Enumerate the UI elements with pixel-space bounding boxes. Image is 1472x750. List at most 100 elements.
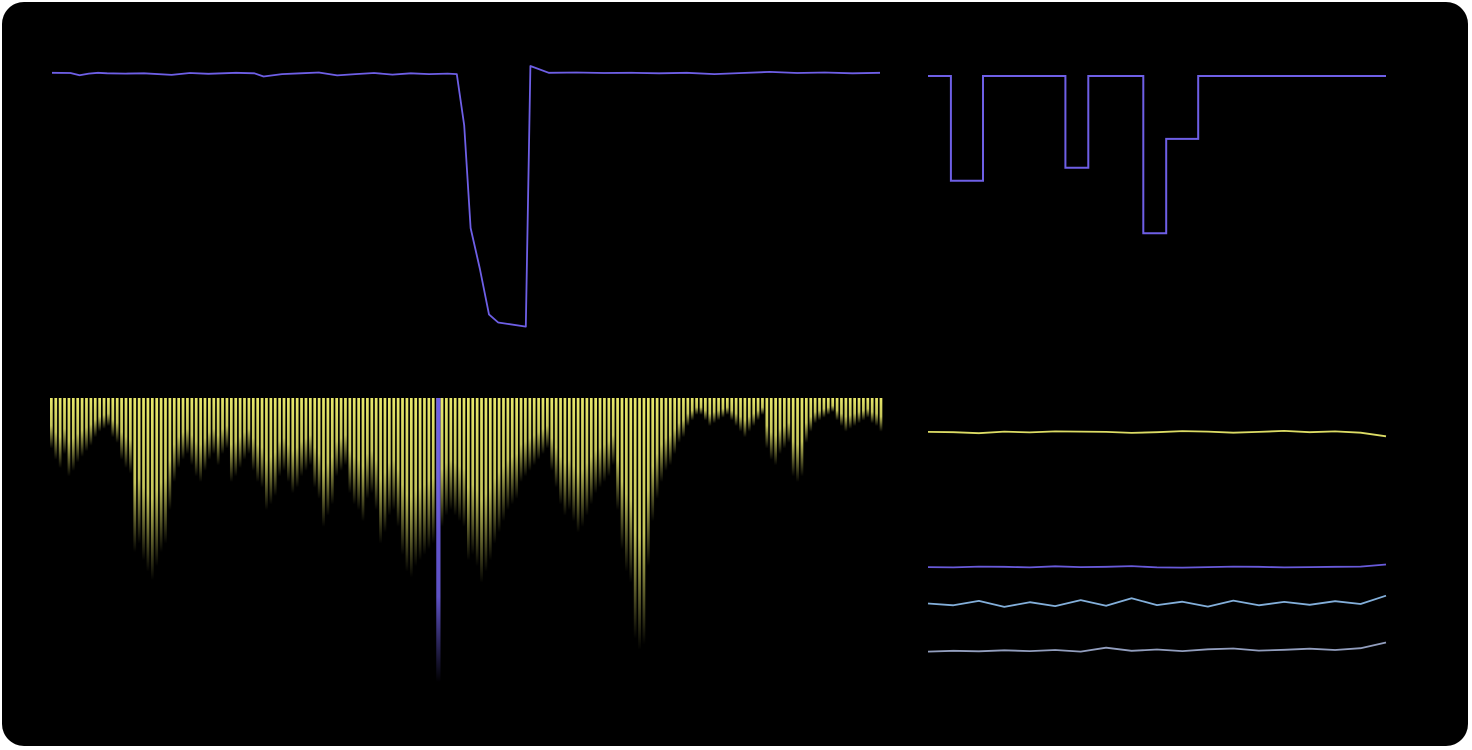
bar	[629, 398, 633, 583]
line-chart-top-left	[51, 59, 881, 339]
bar	[603, 398, 606, 482]
bar	[120, 398, 123, 460]
bar	[186, 398, 189, 454]
bar	[124, 398, 128, 468]
bar	[660, 398, 663, 482]
bar	[251, 398, 255, 471]
bar	[704, 398, 707, 421]
bar	[638, 398, 641, 650]
bar	[133, 398, 137, 552]
bar	[708, 398, 712, 426]
bar	[739, 398, 742, 432]
bar	[383, 398, 387, 533]
bar	[875, 398, 878, 426]
bar	[374, 398, 378, 510]
bar	[467, 398, 470, 561]
bar	[532, 398, 536, 466]
bar	[651, 398, 655, 522]
bar	[607, 398, 611, 477]
bar	[58, 398, 62, 468]
bar	[89, 398, 93, 446]
bar	[756, 398, 760, 421]
bar	[260, 398, 264, 488]
bar	[93, 398, 97, 438]
bar	[300, 398, 303, 477]
bar	[453, 398, 457, 516]
bar	[818, 398, 821, 421]
bar	[826, 398, 830, 415]
bar	[502, 398, 505, 522]
bar	[853, 398, 856, 426]
bar	[159, 398, 163, 552]
bar	[273, 398, 277, 496]
bar	[418, 398, 422, 561]
bar	[181, 398, 185, 460]
bar	[295, 398, 299, 488]
bar	[387, 398, 391, 516]
bar	[107, 398, 110, 426]
bars	[50, 398, 883, 650]
bar	[164, 398, 167, 544]
bar	[721, 398, 725, 418]
bar	[563, 398, 567, 516]
bar	[326, 398, 330, 516]
bar	[686, 398, 690, 426]
bar	[357, 398, 360, 510]
bar	[813, 398, 817, 424]
bar	[598, 398, 602, 488]
bar	[308, 398, 312, 466]
bar	[712, 398, 716, 424]
bar	[572, 398, 576, 522]
bar	[462, 398, 466, 527]
multi-line-chart-bottom-right	[927, 397, 1387, 663]
bar	[673, 398, 677, 454]
bar	[146, 398, 150, 572]
bar	[879, 398, 883, 432]
bar	[778, 398, 782, 454]
bar	[282, 398, 286, 471]
bar	[594, 398, 598, 494]
bar	[787, 398, 791, 443]
bar	[137, 398, 141, 544]
bar	[581, 398, 584, 527]
bar	[589, 398, 593, 505]
bar	[352, 398, 356, 505]
bar	[480, 398, 483, 583]
series-line-purple	[927, 563, 1387, 569]
step-chart-top-right	[927, 71, 1387, 339]
bar	[796, 398, 799, 482]
bar	[71, 398, 75, 471]
bar	[554, 398, 558, 488]
series-line-yellow	[927, 430, 1387, 438]
bar	[335, 398, 339, 477]
bar	[85, 398, 88, 452]
bar	[655, 398, 659, 499]
bar	[427, 398, 431, 550]
bar	[238, 398, 242, 468]
bar	[809, 398, 813, 432]
bar	[611, 398, 615, 466]
series-step-line	[928, 75, 1386, 235]
bar	[63, 398, 66, 454]
bar	[857, 398, 861, 424]
bar	[747, 398, 751, 432]
series-line	[51, 65, 881, 328]
chart-panel	[2, 2, 1468, 746]
bar	[322, 398, 325, 527]
bar	[370, 398, 374, 494]
bar	[317, 398, 321, 499]
bar	[734, 398, 738, 426]
bar	[471, 398, 475, 555]
bar	[440, 398, 444, 527]
bar	[194, 398, 198, 477]
bar	[800, 398, 804, 477]
bar	[396, 398, 400, 527]
bar	[677, 398, 681, 443]
bar	[150, 398, 154, 580]
bar	[208, 398, 211, 460]
bar	[567, 398, 571, 510]
bar	[243, 398, 246, 460]
bar	[510, 398, 514, 505]
bar	[506, 398, 510, 510]
bar	[111, 398, 115, 438]
